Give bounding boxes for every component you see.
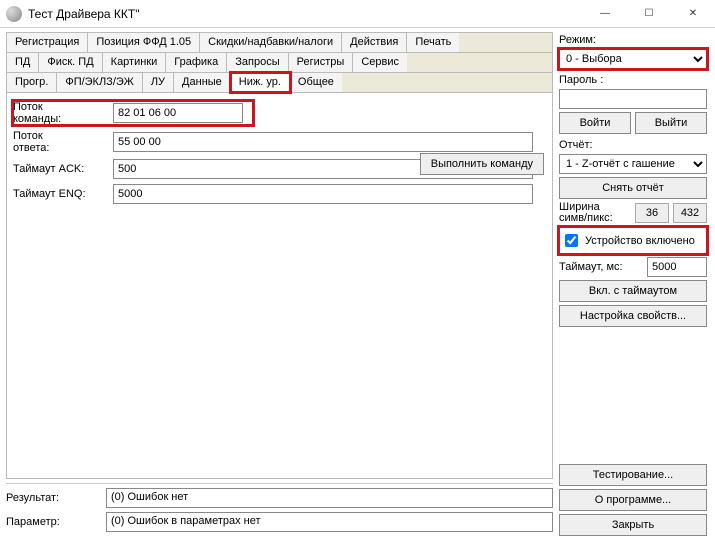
width-chars [635,203,669,223]
tabs: Регистрация Позиция ФФД 1.05 Скидки/надб… [6,32,553,93]
param-label: Параметр: [6,516,102,528]
width-px [673,203,707,223]
props-button[interactable]: Настройка свойств... [559,305,707,327]
tab-data[interactable]: Данные [174,73,231,92]
testing-button[interactable]: Тестирование... [559,464,707,486]
result-label: Результат: [6,492,102,504]
tab-row-1: Регистрация Позиция ФФД 1.05 Скидки/надб… [7,33,552,53]
side-panel: Режим: 0 - Выбора Пароль : Войти Выйти О… [557,28,715,540]
logout-button[interactable]: Выйти [635,112,707,134]
tab-pos-ffd[interactable]: Позиция ФФД 1.05 [88,33,200,52]
device-on-checkbox[interactable] [565,234,578,247]
maximize-button[interactable]: ☐ [627,0,671,28]
password-label: Пароль : [559,74,707,86]
cmd-stream-input[interactable] [113,103,243,123]
tab-queries[interactable]: Запросы [227,53,288,72]
minimize-button[interactable]: — [583,0,627,28]
timeout-ms-label: Таймаут, мс: [559,262,643,273]
window-title: Тест Драйвера ККТ" [28,7,583,21]
tab-registers[interactable]: Регистры [289,53,354,72]
tab-images[interactable]: Картинки [103,53,167,72]
tab-pd[interactable]: ПД [7,53,39,72]
width-label: Ширина симв/пикс: [559,202,631,224]
status-area: Результат: (0) Ошибок нет Параметр: (0) … [6,483,553,536]
tab-registration[interactable]: Регистрация [7,33,88,52]
tab-fisc-pd[interactable]: Фиск. ПД [39,53,102,72]
cmd-stream-label: Поток команды: [13,101,109,125]
tab-lu[interactable]: ЛУ [143,73,174,92]
tab-row-3: Прогр. ФП/ЭКЛЗ/ЭЖ ЛУ Данные Ниж. ур. Общ… [7,73,552,93]
report-label: Отчёт: [559,139,707,151]
close-button[interactable]: Закрыть [559,514,707,536]
tab-general[interactable]: Общее [290,73,342,92]
mode-label: Режим: [559,34,707,46]
about-button[interactable]: О программе... [559,489,707,511]
login-button[interactable]: Войти [559,112,631,134]
timeout-ack-label: Таймаут ACK: [13,163,109,175]
tab-actions[interactable]: Действия [342,33,407,52]
tab-service[interactable]: Сервис [353,53,407,72]
password-input[interactable] [559,89,707,109]
app-icon [6,6,22,22]
timeout-enq-input[interactable] [113,184,533,204]
tab-page-low-level: Поток команды: Поток ответа: Таймаут ACK… [6,93,553,479]
close-window-button[interactable]: ✕ [671,0,715,28]
param-value: (0) Ошибок в параметрах нет [106,512,553,532]
tab-fp[interactable]: ФП/ЭКЛЗ/ЭЖ [57,73,143,92]
titlebar: Тест Драйвера ККТ" — ☐ ✕ [0,0,715,28]
tab-low-level[interactable]: Ниж. ур. [231,73,290,92]
timeout-on-button[interactable]: Вкл. с таймаутом [559,280,707,302]
report-select[interactable]: 1 - Z-отчёт с гашение [559,154,707,174]
ans-stream-input[interactable] [113,132,533,152]
ans-stream-label: Поток ответа: [13,130,109,154]
tab-discounts[interactable]: Скидки/надбавки/налоги [200,33,342,52]
take-report-button[interactable]: Снять отчёт [559,177,707,199]
tab-graphics[interactable]: Графика [166,53,227,72]
execute-command-button[interactable]: Выполнить команду [420,153,544,175]
timeout-ms-input[interactable] [647,257,707,277]
timeout-enq-label: Таймаут ENQ: [13,188,109,200]
tab-progr[interactable]: Прогр. [7,73,57,92]
device-on-label: Устройство включено [585,235,695,247]
mode-select[interactable]: 0 - Выбора [559,49,707,69]
tab-print[interactable]: Печать [407,33,459,52]
tab-row-2: ПД Фиск. ПД Картинки Графика Запросы Рег… [7,53,552,73]
result-value: (0) Ошибок нет [106,488,553,508]
